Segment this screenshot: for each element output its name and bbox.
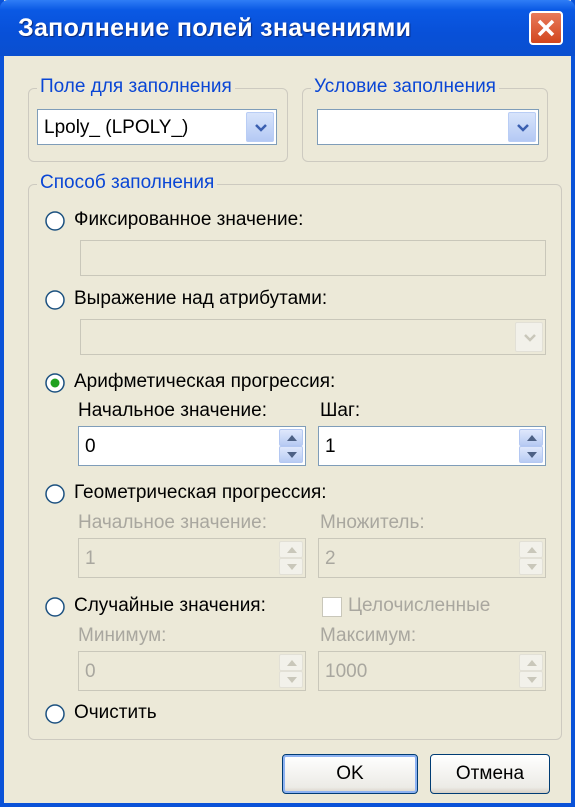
field-select-value: Lpoly_ (LPOLY_) [44, 117, 189, 138]
geometric-mult-value: 2 [325, 548, 336, 569]
arrow-down-icon [287, 677, 297, 683]
spin-up-button[interactable] [279, 541, 303, 558]
arrow-up-icon [527, 547, 537, 553]
spin-up-button[interactable] [519, 541, 543, 558]
arrow-down-icon [527, 677, 537, 683]
random-radio[interactable] [44, 596, 66, 618]
clear-radio[interactable] [44, 703, 66, 725]
arrow-up-icon [527, 435, 537, 441]
random-max-label: Максимум: [320, 625, 417, 646]
method-legend: Способ заполнения [37, 172, 218, 194]
arrow-down-icon [527, 452, 537, 458]
title-bar[interactable]: Заполнение полей значениями [0, 0, 575, 56]
chevron-down-icon [524, 334, 536, 342]
spin-down-button[interactable] [519, 446, 543, 463]
random-min-spinner[interactable]: 0 [78, 651, 306, 691]
arrow-up-icon [287, 547, 297, 553]
expression-select[interactable] [80, 319, 546, 355]
integer-label[interactable]: Целочисленные [348, 595, 490, 617]
dialog-window: Заполнение полей значениями Поле для зап… [0, 0, 575, 807]
geometric-mult-spinner[interactable]: 2 [318, 538, 546, 578]
field-groupbox: Поле для заполнения Lpoly_ (LPOLY_) [28, 76, 288, 162]
expression-dropdown-button[interactable] [515, 322, 543, 352]
spin-down-button[interactable] [519, 558, 543, 575]
chevron-down-icon [255, 124, 267, 132]
arithmetic-label[interactable]: Арифметическая прогрессия: [74, 371, 335, 393]
condition-groupbox: Условие заполнения [302, 76, 548, 162]
arrow-up-icon [287, 435, 297, 441]
spin-up-button[interactable] [519, 654, 543, 671]
expression-label[interactable]: Выражение над атрибутами: [74, 288, 327, 310]
arrow-down-icon [287, 452, 297, 458]
random-min-label: Минимум: [78, 625, 167, 646]
expression-radio[interactable] [44, 289, 66, 311]
random-min-value: 0 [85, 661, 96, 682]
spin-down-button[interactable] [279, 671, 303, 688]
clear-label[interactable]: Очистить [74, 702, 157, 724]
geometric-start-spinner[interactable]: 1 [78, 538, 306, 578]
field-dropdown-button[interactable] [246, 112, 274, 142]
arithmetic-radio[interactable] [44, 372, 66, 394]
arrow-up-icon [287, 660, 297, 666]
random-label[interactable]: Случайные значения: [74, 595, 266, 617]
random-max-spinner[interactable]: 1000 [318, 651, 546, 691]
field-legend: Поле для заполнения [37, 76, 235, 98]
arrow-down-icon [287, 564, 297, 570]
condition-select[interactable] [317, 109, 539, 145]
arithmetic-start-spinner[interactable]: 0 [78, 426, 306, 466]
arithmetic-start-label: Начальное значение: [78, 400, 267, 421]
spin-down-button[interactable] [519, 671, 543, 688]
arrow-up-icon [527, 660, 537, 666]
fixed-value-label[interactable]: Фиксированное значение: [74, 209, 303, 231]
arithmetic-step-spinner[interactable]: 1 [318, 426, 546, 466]
spin-up-button[interactable] [519, 429, 543, 446]
arithmetic-step-value: 1 [325, 436, 336, 457]
random-max-value: 1000 [325, 661, 368, 682]
cancel-button[interactable]: Отмена [430, 754, 550, 794]
spin-up-button[interactable] [279, 429, 303, 446]
ok-button[interactable]: OK [282, 754, 418, 794]
spin-up-button[interactable] [279, 654, 303, 671]
spin-down-button[interactable] [279, 558, 303, 575]
fixed-value-radio[interactable] [44, 210, 66, 232]
spin-down-button[interactable] [279, 446, 303, 463]
field-select[interactable]: Lpoly_ (LPOLY_) [37, 109, 277, 145]
arithmetic-step-label: Шаг: [320, 400, 361, 421]
condition-legend: Условие заполнения [311, 76, 499, 98]
geometric-start-value: 1 [85, 548, 96, 569]
geometric-label[interactable]: Геометрическая прогрессия: [74, 482, 327, 504]
chevron-down-icon [517, 124, 529, 132]
fixed-value-input[interactable] [80, 240, 546, 276]
arithmetic-start-value: 0 [85, 436, 96, 457]
arrow-down-icon [527, 564, 537, 570]
close-button[interactable] [529, 11, 563, 45]
geometric-mult-label: Множитель: [320, 512, 425, 533]
close-icon [537, 19, 555, 37]
window-title: Заполнение полей значениями [18, 14, 412, 42]
condition-dropdown-button[interactable] [508, 112, 536, 142]
geometric-radio[interactable] [44, 483, 66, 505]
geometric-start-label: Начальное значение: [78, 512, 267, 533]
integer-checkbox[interactable] [322, 597, 342, 617]
